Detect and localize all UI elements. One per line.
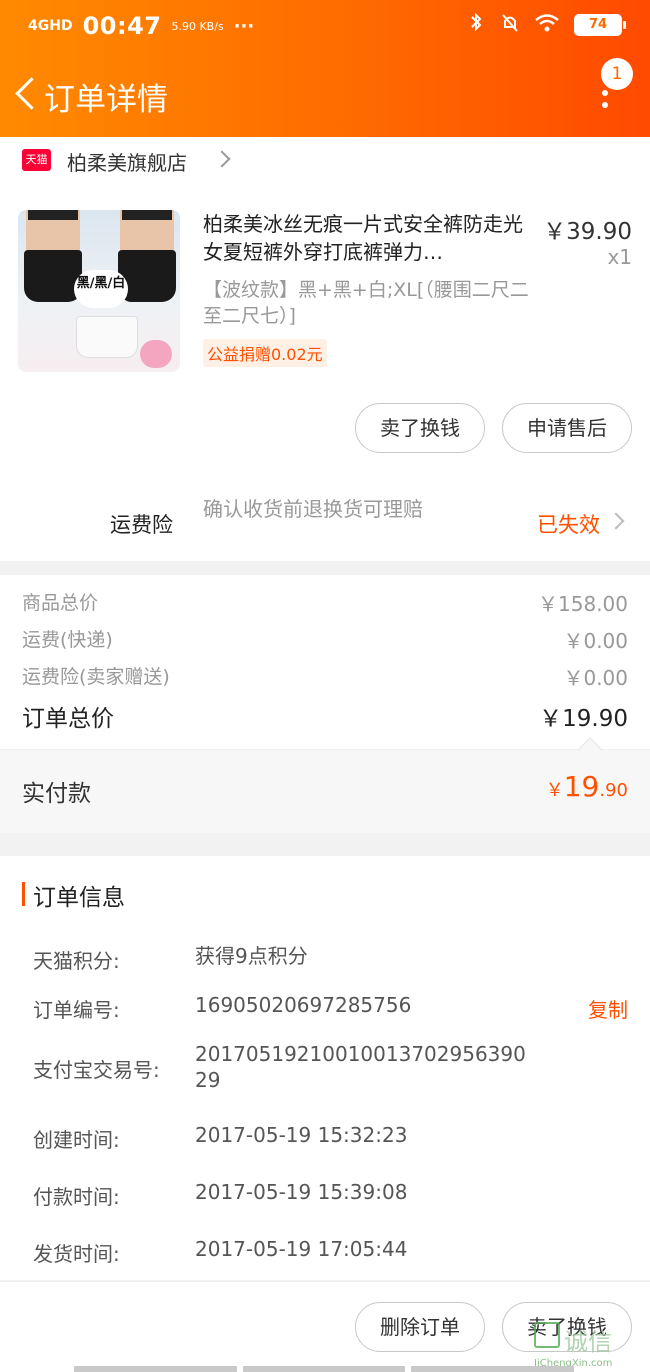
insurance-status: 已失效 [537, 513, 600, 537]
alipay-trade-value: 20170519210010013702956390 29 [195, 1042, 526, 1092]
shipping-insurance-row[interactable]: 运费险 确认收货前退换货可理赔 已失效 [0, 487, 650, 561]
clock: 00:47 [82, 12, 162, 40]
created-time-value: 2017-05-19 15:32:23 [195, 1123, 408, 1147]
product-sku: 【波纹款】黑+黑+白;XL[（腰围二尺二至二尺七）] [203, 279, 529, 327]
charity-badge: 公益捐赠0.02元 [203, 339, 327, 367]
shipped-time-value: 2017-05-19 17:05:44 [195, 1237, 408, 1261]
battery-icon: 74 [574, 14, 626, 36]
tmall-points-value: 获得9点积分 [195, 944, 308, 968]
mute-bell-icon [500, 12, 520, 38]
order-total-value: ￥19.90 [539, 706, 628, 732]
shipping-value: ￥0.00 [563, 629, 628, 653]
section-accent-bar [22, 882, 25, 906]
order-total-label: 订单总价 [22, 706, 114, 732]
status-right: 74 [466, 12, 626, 38]
network-speed: 5.90 KB/s [171, 19, 224, 33]
watermark-text: 诚信 [564, 1328, 612, 1356]
status-left: 4GHD 00:47 5.90 KB/s ··· [28, 12, 254, 40]
order-info-title: 订单信息 [33, 885, 125, 911]
nav-bar: 订单详情 [0, 60, 650, 130]
created-time-label: 创建时间: [33, 1128, 120, 1152]
status-more: ··· [233, 15, 255, 37]
shipped-time-label: 发货时间: [33, 1242, 120, 1266]
paid-time-value: 2017-05-19 15:39:08 [195, 1180, 408, 1204]
paid-currency: ￥ [545, 780, 564, 801]
thumbnail-label: 黑/黑/白 [74, 270, 128, 308]
paid-label: 实付款 [22, 781, 91, 807]
tmall-points-label: 天猫积分: [33, 949, 120, 973]
paid-time-label: 付款时间: [33, 1185, 120, 1209]
top-bar: 4GHD 00:47 5.90 KB/s ··· 74 订单详情 [0, 0, 650, 137]
page-title: 订单详情 [44, 82, 168, 118]
paid-amount-row: 实付款 ￥19.90 [0, 737, 650, 833]
insurance-label: 运费险 [110, 513, 173, 537]
copy-button[interactable]: 复制 [588, 994, 628, 1023]
shop-row[interactable]: 天猫 柏柔美旗舰店 [0, 137, 650, 187]
goods-total-value: ￥158.00 [538, 592, 628, 616]
network-indicator: 4GHD [28, 18, 73, 34]
product-price: ￥39.90 [543, 219, 632, 245]
watermark: 诚信 JiChengXin.com [534, 1322, 650, 1372]
back-arrow-icon[interactable] [12, 74, 42, 114]
chevron-right-icon [213, 150, 231, 168]
alipay-trade-label: 支付宝交易号: [33, 1058, 160, 1082]
goods-total-label: 商品总价 [22, 592, 99, 614]
order-info-section: 订单信息 天猫积分: 获得9点积分 订单编号: 1690502069728575… [0, 856, 650, 1280]
tmall-logo-icon: 天猫 [22, 149, 51, 171]
order-number-label: 订单编号: [33, 998, 120, 1022]
order-number-value: 16905020697285756 [195, 993, 412, 1017]
product-thumbnail[interactable]: 黑/黑/白 [18, 210, 180, 372]
delete-order-button[interactable]: 删除订单 [355, 1302, 485, 1352]
bottom-indicator [74, 1366, 575, 1372]
message-badge[interactable]: 1 [601, 58, 633, 90]
insurance-fee-value: ￥0.00 [563, 666, 628, 690]
more-menu-icon[interactable] [602, 90, 612, 110]
product-quantity: x1 [607, 245, 632, 269]
price-summary: 商品总价 ￥158.00 运费(快递) ￥0.00 运费险(卖家赠送) ￥0.0… [0, 575, 650, 750]
paid-integer: 19 [563, 770, 600, 803]
insurance-desc: 确认收货前退换货可理赔 [203, 497, 423, 521]
wifi-icon [534, 12, 560, 38]
insurance-fee-label: 运费险(卖家赠送) [22, 666, 170, 688]
bluetooth-icon [466, 12, 486, 38]
status-bar: 4GHD 00:47 5.90 KB/s ··· 74 [0, 0, 650, 52]
chevron-right-icon [607, 512, 625, 530]
sell-for-cash-button[interactable]: 卖了换钱 [355, 403, 485, 453]
shop-name: 柏柔美旗舰店 [67, 151, 187, 175]
paid-amount: ￥19.90 [546, 770, 628, 803]
product-item: 黑/黑/白 柏柔美冰丝无痕一片式安全裤防走光女夏短裤外穿打底裤弹力… ￥39.9… [0, 187, 650, 487]
after-sale-button[interactable]: 申请售后 [502, 403, 632, 453]
product-title[interactable]: 柏柔美冰丝无痕一片式安全裤防走光女夏短裤外穿打底裤弹力… [203, 210, 533, 266]
shipping-label: 运费(快递) [22, 629, 113, 651]
paid-decimal: .90 [599, 780, 628, 801]
watermark-logo-icon [534, 1322, 560, 1348]
